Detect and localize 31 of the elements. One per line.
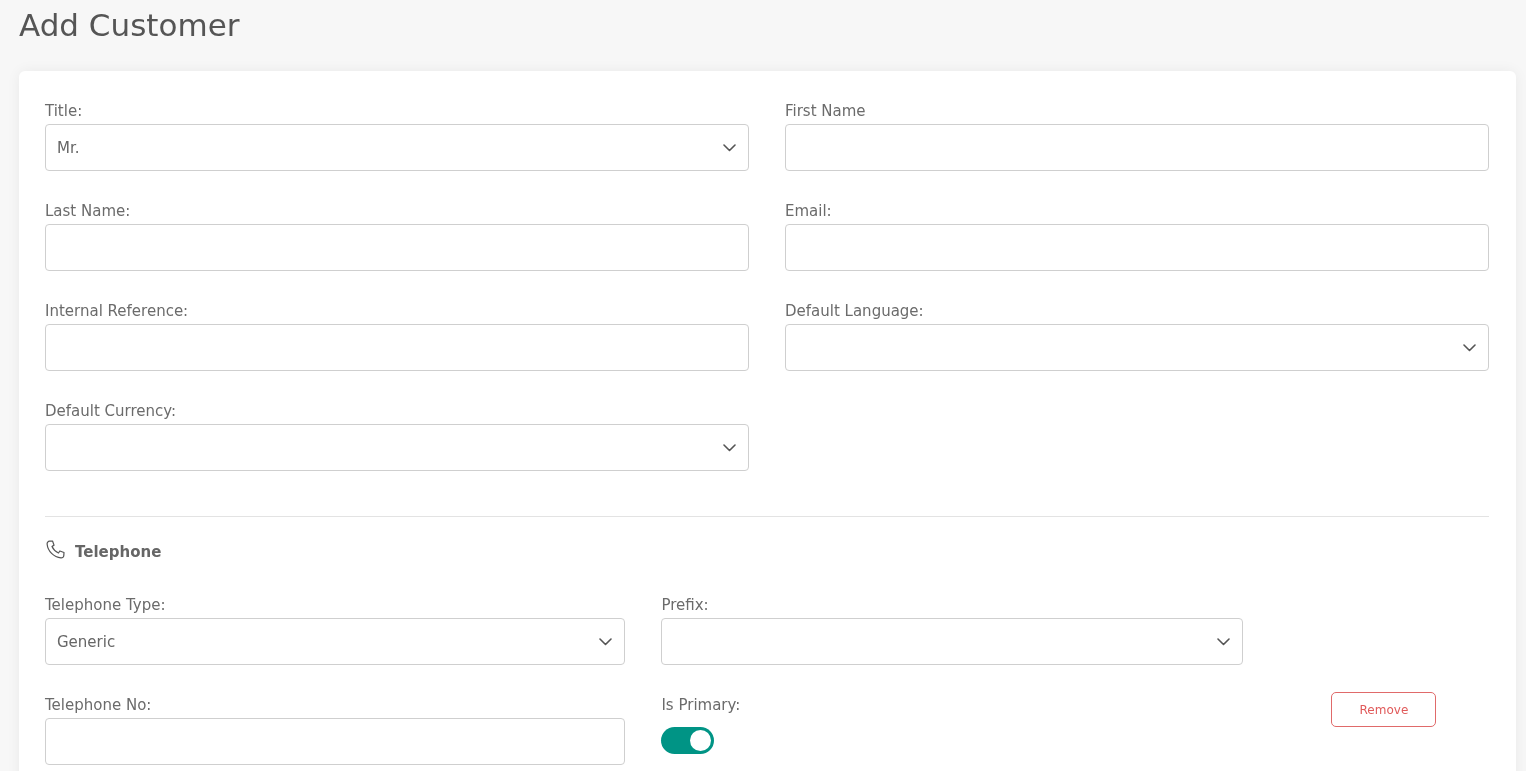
text-field[interactable]: [45, 324, 749, 371]
text-field[interactable]: [785, 224, 1489, 271]
field-label: Prefix:: [661, 595, 709, 615]
select-field[interactable]: [785, 324, 1489, 371]
field-label: Telephone Type:: [45, 595, 166, 615]
select-field[interactable]: [661, 618, 1243, 665]
field-label: Default Language:: [785, 301, 924, 321]
text-field[interactable]: [785, 124, 1489, 171]
toggle-switch[interactable]: [661, 727, 715, 754]
field-label: Email:: [785, 201, 832, 221]
remove-button[interactable]: Remove: [1331, 692, 1437, 727]
field-label: Last Name:: [45, 201, 131, 221]
field-label: First Name: [785, 101, 866, 121]
field-label: Title:: [45, 101, 83, 121]
field-label: Default Currency:: [45, 401, 177, 421]
chevron-down-icon: [1463, 343, 1476, 352]
select-field[interactable]: Generic: [45, 618, 626, 665]
chevron-down-icon: [723, 143, 736, 152]
chevron-down-icon: [599, 637, 613, 646]
chevron-down-icon: [1216, 637, 1230, 646]
field-label: Is Primary:: [661, 695, 741, 715]
phone-icon: [45, 538, 66, 560]
section-heading: Telephone: [75, 543, 162, 561]
chevron-down-icon: [723, 443, 736, 452]
text-field[interactable]: [45, 718, 626, 765]
select-field[interactable]: [45, 424, 749, 471]
field-label: Telephone No:: [45, 695, 152, 715]
field-label: Internal Reference:: [45, 301, 189, 321]
select-field[interactable]: Mr.: [45, 124, 749, 171]
page-title: Add Customer: [19, 6, 241, 45]
text-field[interactable]: [45, 224, 749, 271]
